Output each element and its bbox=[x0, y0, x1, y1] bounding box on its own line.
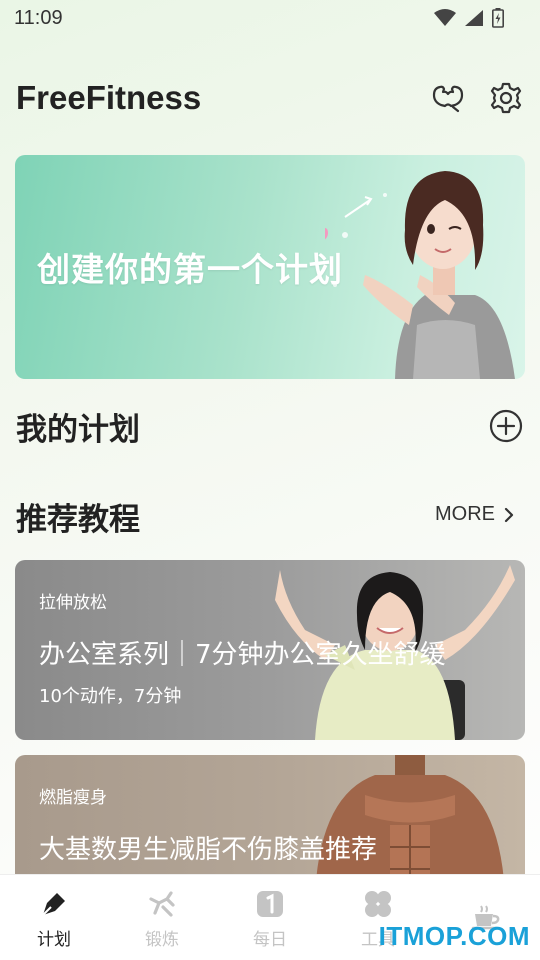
calendar-one-icon bbox=[257, 891, 283, 917]
card-meta: 10个动作，7分钟 bbox=[39, 686, 182, 707]
banner-text: 创建你的第一个计划 bbox=[37, 250, 343, 289]
nav-label: 计划 bbox=[37, 930, 71, 950]
card-title: 办公室系列｜7分钟办公室久坐舒缓 bbox=[39, 640, 446, 670]
clover-icon bbox=[365, 891, 391, 917]
status-bar: 11:09 bbox=[0, 0, 540, 36]
nav-label: 锻炼 bbox=[145, 930, 179, 950]
muscle-button[interactable] bbox=[430, 80, 466, 116]
pen-icon bbox=[42, 893, 65, 916]
battery-icon bbox=[492, 8, 504, 28]
nav-item-plan[interactable]: 计划 bbox=[0, 875, 108, 960]
more-label: MORE bbox=[435, 503, 495, 525]
chevron-right-icon bbox=[504, 507, 514, 522]
banner-woman-illustration bbox=[325, 171, 515, 379]
card-category: 拉伸放松 bbox=[39, 593, 107, 613]
app-title: FreeFitness bbox=[16, 79, 202, 116]
card-title: 大基数男生减脂不伤膝盖推荐 bbox=[39, 835, 378, 865]
nav-item-daily[interactable]: 每日 bbox=[216, 875, 324, 960]
add-plan-button[interactable] bbox=[488, 408, 524, 444]
settings-button[interactable] bbox=[488, 80, 524, 116]
header-actions bbox=[430, 80, 524, 116]
my-plans-title: 我的计划 bbox=[16, 412, 140, 448]
status-icons bbox=[434, 8, 504, 28]
watermark-text: ITMOP.COM bbox=[378, 921, 530, 951]
plus-circle-icon bbox=[489, 409, 523, 443]
more-link[interactable]: MORE bbox=[435, 503, 515, 526]
gear-icon bbox=[490, 82, 522, 114]
muscle-icon bbox=[432, 85, 464, 113]
status-time: 11:09 bbox=[14, 6, 63, 29]
tutorial-card[interactable]: 拉伸放松 办公室系列｜7分钟办公室久坐舒缓 10个动作，7分钟 bbox=[15, 560, 525, 740]
wifi-icon bbox=[434, 9, 456, 26]
nav-item-workout[interactable]: 锻炼 bbox=[108, 875, 216, 960]
card-category: 燃脂瘦身 bbox=[39, 788, 107, 808]
running-icon bbox=[149, 891, 175, 917]
recommended-title: 推荐教程 bbox=[16, 502, 140, 538]
nav-label: 每日 bbox=[253, 930, 287, 950]
app-header: FreeFitness bbox=[16, 70, 524, 126]
signal-icon bbox=[465, 10, 483, 26]
create-plan-banner[interactable]: 创建你的第一个计划 bbox=[15, 155, 525, 379]
